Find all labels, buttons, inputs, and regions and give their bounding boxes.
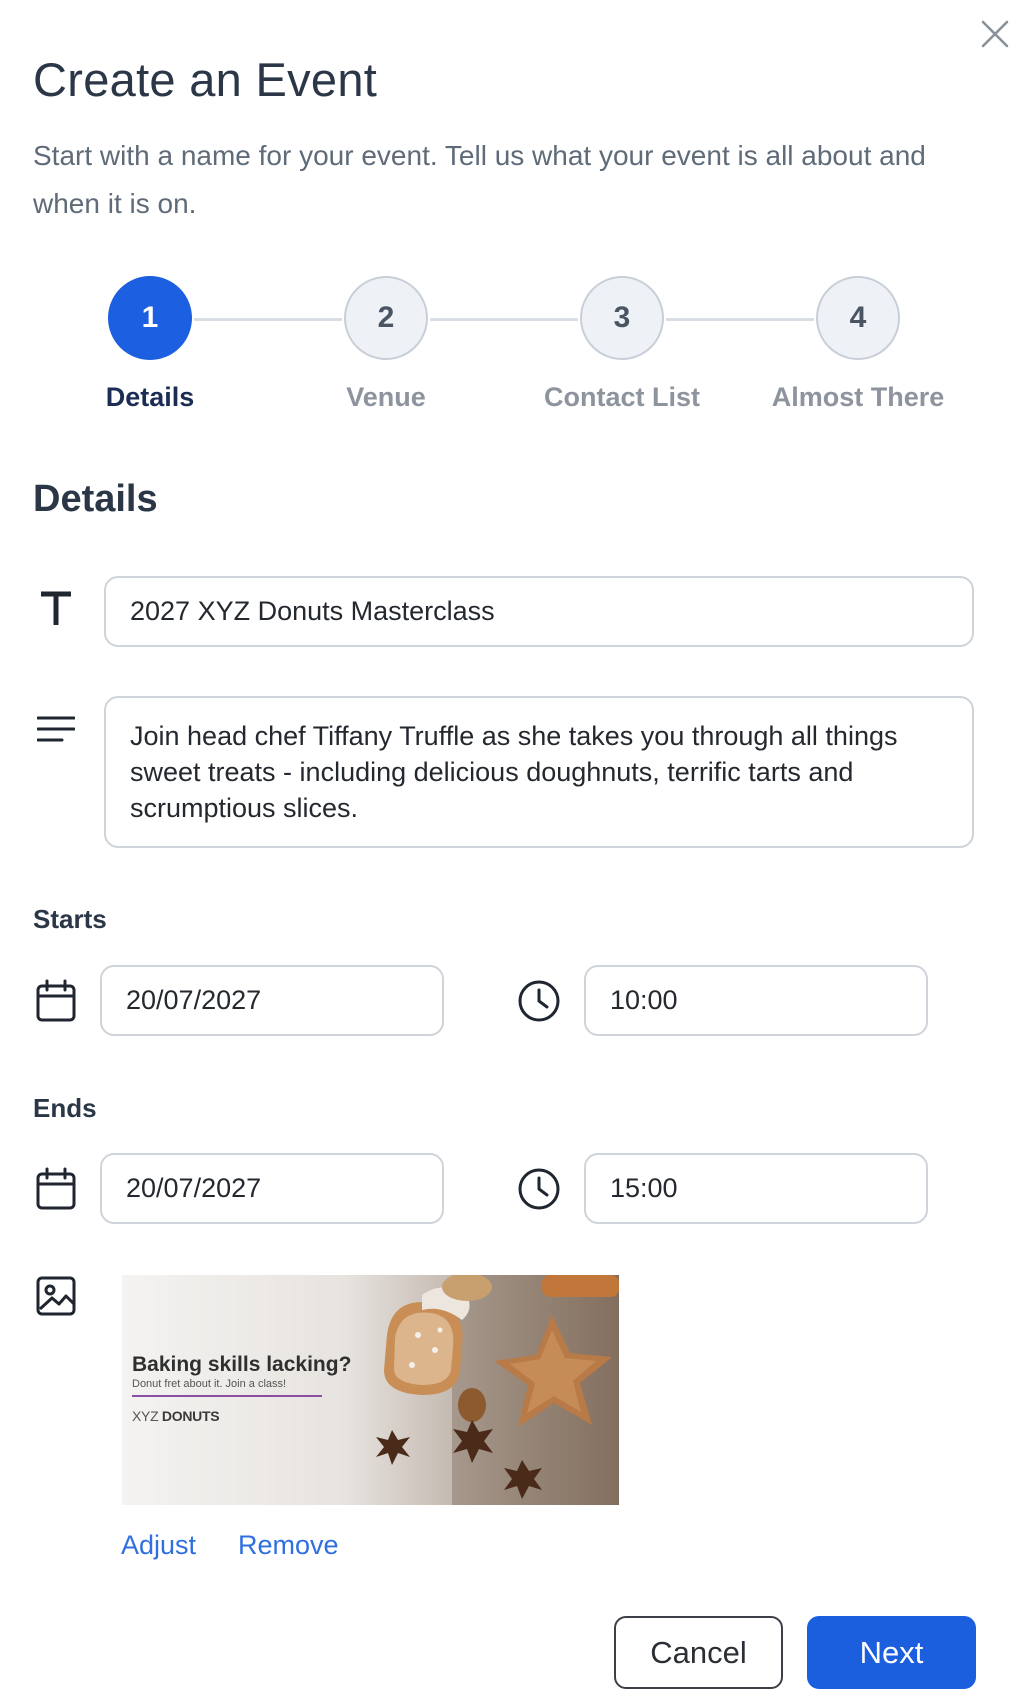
step-connector bbox=[430, 318, 578, 321]
image-icon bbox=[34, 1274, 78, 1318]
text-title-icon bbox=[38, 588, 74, 628]
step-1-circle[interactable]: 1 bbox=[108, 276, 192, 360]
ends-label: Ends bbox=[33, 1093, 97, 1123]
banner-divider bbox=[132, 1395, 322, 1397]
banner-tagline: Donut fret about it. Join a class! bbox=[132, 1378, 287, 1390]
banner-headline: Baking skills lacking? bbox=[132, 1353, 352, 1376]
starts-label: Starts bbox=[33, 904, 107, 934]
start-date-input[interactable]: 20/07/2027 bbox=[100, 965, 444, 1036]
text-align-icon bbox=[36, 714, 76, 744]
close-icon bbox=[981, 20, 1009, 48]
dialog-title: Create an Event bbox=[33, 53, 378, 106]
start-time-input[interactable]: 10:00 bbox=[584, 965, 928, 1036]
step-3-circle[interactable]: 3 bbox=[580, 276, 664, 360]
section-title: Details bbox=[33, 478, 158, 520]
step-3-label: Contact List bbox=[543, 382, 700, 412]
clock-icon bbox=[516, 1166, 562, 1212]
event-name-input[interactable]: 2027 XYZ Donuts Masterclass bbox=[104, 576, 974, 647]
step-2-circle[interactable]: 2 bbox=[344, 276, 428, 360]
next-button[interactable]: Next bbox=[807, 1616, 976, 1689]
step-4-label: Almost There bbox=[771, 382, 945, 412]
step-connector bbox=[666, 318, 814, 321]
event-description-input[interactable]: Join head chef Tiffany Truffle as she ta… bbox=[104, 696, 974, 848]
brand-name: DONUTS bbox=[161, 1408, 220, 1424]
dialog-subtitle: Start with a name for your event. Tell u… bbox=[33, 140, 926, 219]
banner-brand: XYZ DONUTS bbox=[132, 1408, 220, 1424]
step-2-label: Venue bbox=[346, 382, 426, 412]
baking-photo bbox=[122, 1275, 619, 1505]
adjust-image-link[interactable]: Adjust bbox=[121, 1530, 196, 1561]
step-connector bbox=[194, 318, 342, 321]
event-banner-image: Baking skills lacking? Donut fret about … bbox=[122, 1275, 619, 1505]
step-4-circle[interactable]: 4 bbox=[816, 276, 900, 360]
calendar-icon bbox=[34, 978, 78, 1024]
progress-stepper: 1 2 3 4 Details Venue Contact List Almos… bbox=[0, 274, 1022, 424]
end-date-input[interactable]: 20/07/2027 bbox=[100, 1153, 444, 1224]
brand-prefix: XYZ bbox=[132, 1408, 159, 1424]
clock-icon bbox=[516, 978, 562, 1024]
close-button[interactable] bbox=[975, 14, 1015, 54]
cancel-button[interactable]: Cancel bbox=[614, 1616, 783, 1689]
step-1-label: Details bbox=[105, 382, 195, 412]
remove-image-link[interactable]: Remove bbox=[238, 1530, 339, 1561]
end-time-input[interactable]: 15:00 bbox=[584, 1153, 928, 1224]
calendar-icon bbox=[34, 1166, 78, 1212]
